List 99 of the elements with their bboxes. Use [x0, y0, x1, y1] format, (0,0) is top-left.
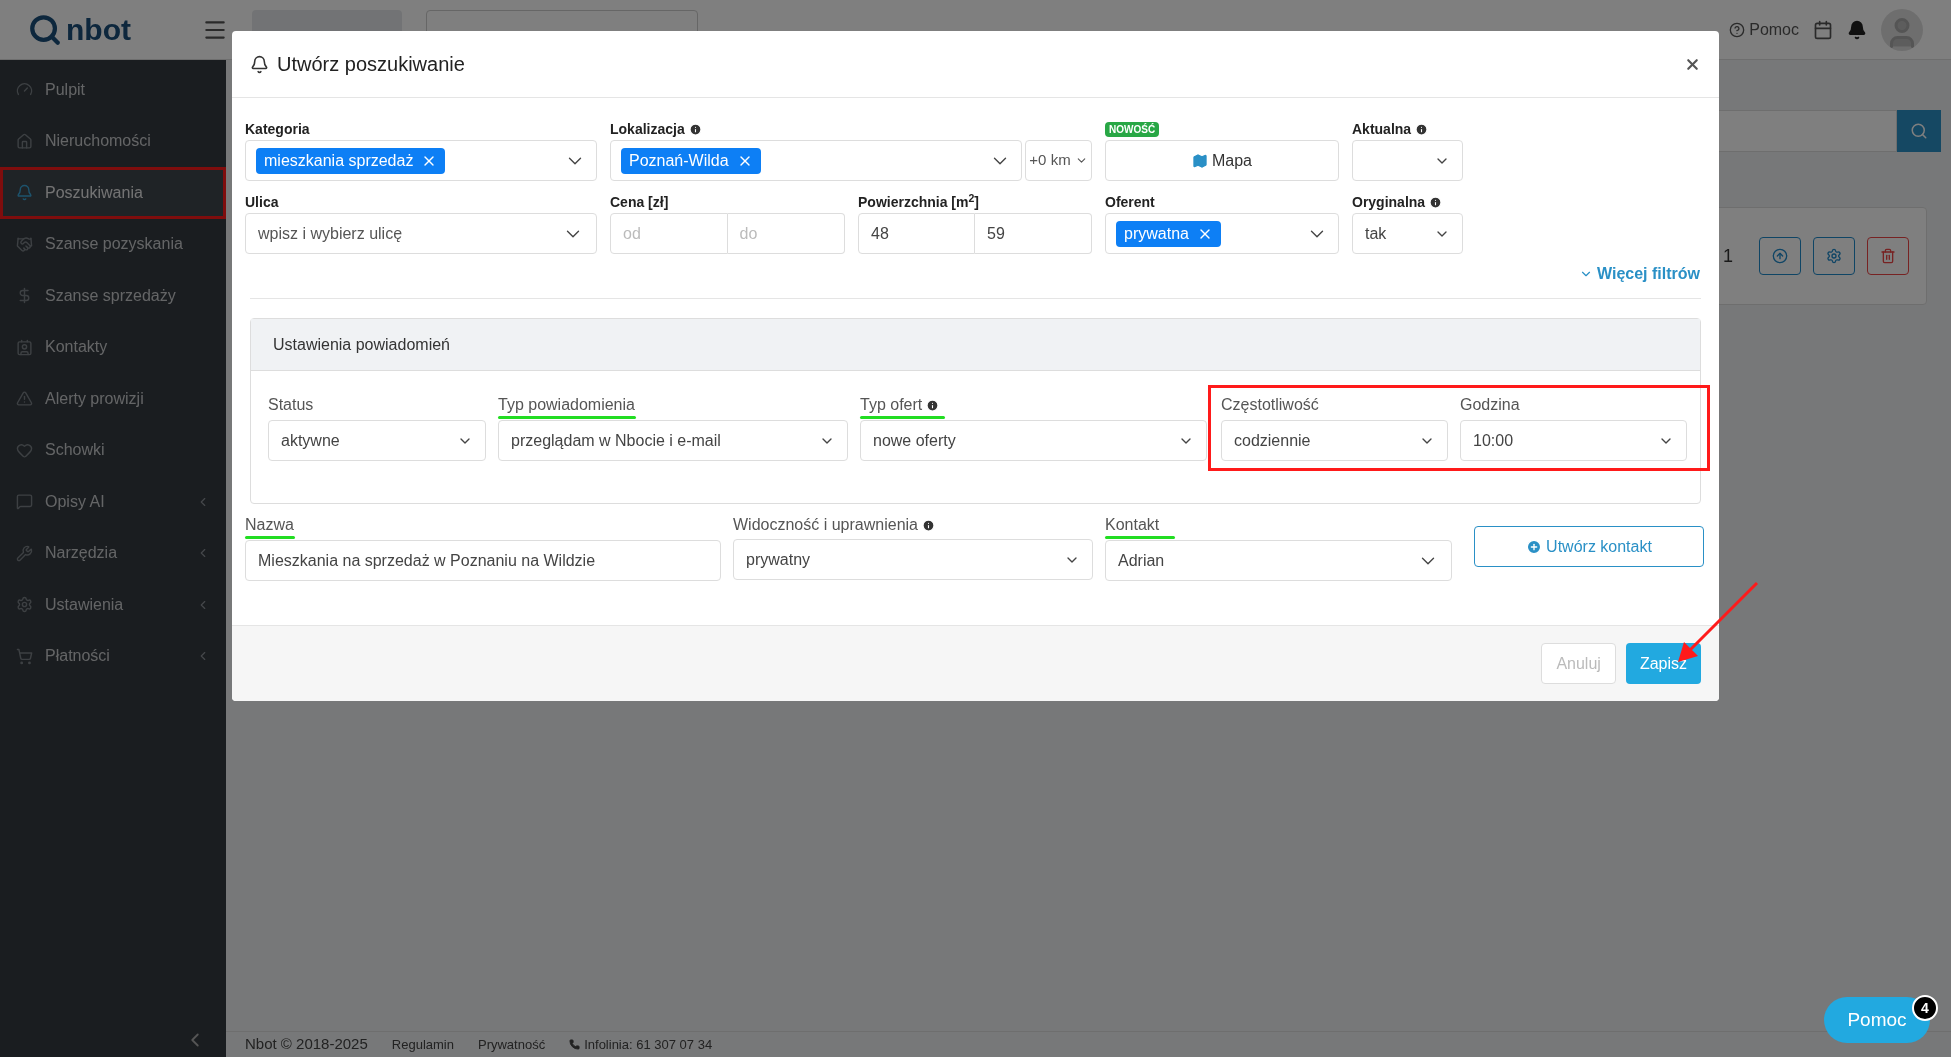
radius-select[interactable]: +0 km — [1025, 140, 1092, 181]
warning-icon — [16, 390, 33, 408]
name-field[interactable]: Mieszkania na sprzedaż w Poznaniu na Wildzie — [245, 540, 721, 581]
map-icon — [1192, 152, 1208, 169]
select-field[interactable]: nowe oferty — [860, 420, 1207, 461]
copyright-text: Nbot © 2018-2025 — [245, 1034, 368, 1055]
arrow-up-icon — [1772, 248, 1788, 264]
sidebar-item[interactable]: Ustawienia — [0, 579, 226, 631]
modal-title: Utwórz poszukiwanie — [277, 52, 465, 77]
chat-icon — [16, 493, 33, 511]
select-field[interactable]: Adrian — [1105, 540, 1452, 581]
select-field[interactable]: 10:00 — [1460, 420, 1687, 461]
field-label: Godzina — [1460, 396, 1520, 414]
map-button[interactable]: Mapa — [1105, 140, 1339, 181]
cancel-button[interactable]: Anuluj — [1541, 643, 1616, 684]
sidebar-item[interactable]: Kontakty — [0, 321, 226, 373]
search-button[interactable] — [1897, 110, 1941, 152]
field-label: Powierzchnia [m$^{2}$] — [858, 193, 979, 211]
calendar-icon[interactable] — [1813, 19, 1833, 40]
count-text: 1 — [1723, 244, 1733, 268]
field-label: Oferent — [1105, 193, 1155, 211]
sidebar-item[interactable]: Opisy AI — [0, 476, 226, 528]
info-icon — [688, 122, 702, 136]
settings-button[interactable] — [1813, 237, 1855, 275]
trash-icon — [1880, 248, 1896, 264]
logo-icon — [28, 12, 62, 47]
field-label: Kategoria — [245, 120, 310, 138]
house-icon — [16, 132, 33, 150]
contact-card-icon — [16, 338, 33, 356]
sidebar-item[interactable]: Narzędzia — [0, 527, 226, 579]
underline-mark — [1105, 536, 1175, 539]
sidebar-item[interactable]: Poszukiwania — [0, 167, 226, 219]
handshake-icon — [16, 235, 33, 253]
price-to-field[interactable]: do — [727, 213, 845, 254]
info-icon — [1415, 122, 1429, 136]
select-field[interactable]: aktywne — [268, 420, 486, 461]
field-label: Oryginalna — [1352, 193, 1426, 211]
new-badge: NOWOŚĆ — [1105, 121, 1160, 137]
select-field[interactable]: wpisz i wybierz ulicę — [245, 213, 597, 254]
logo[interactable]: nbot — [66, 7, 131, 52]
search-icon — [1910, 122, 1928, 140]
heart-icon — [16, 441, 33, 459]
underline-mark — [245, 536, 295, 539]
sidebar-item[interactable]: Szanse sprzedaży — [0, 270, 226, 322]
help-link[interactable]: Pomoc — [1749, 17, 1799, 42]
field-label: Częstotliwość — [1221, 396, 1319, 414]
field-label: Typ ofert — [860, 396, 923, 414]
select-field[interactable]: prywatna — [1105, 213, 1339, 254]
delete-button[interactable] — [1867, 237, 1909, 275]
gear-icon — [1826, 248, 1842, 264]
phone-icon — [569, 1039, 581, 1050]
help-icon — [1729, 21, 1746, 38]
price-from-field[interactable]: od — [610, 213, 728, 254]
gear-icon — [16, 596, 33, 614]
panel-title: Ustawienia powiadomień — [273, 334, 450, 355]
field-label: Nazwa — [245, 516, 294, 534]
plus-icon — [1526, 538, 1543, 555]
area-from-field[interactable]: 48 — [858, 213, 975, 254]
select-field[interactable]: mieszkania sprzedaż — [245, 140, 597, 181]
create-contact-button[interactable]: Utwórz kontakt — [1474, 526, 1704, 567]
wrench-icon — [16, 544, 33, 562]
notification-badge: 4 — [1912, 995, 1938, 1021]
field-label: Widoczność i uprawnienia — [733, 516, 918, 534]
select-field[interactable]: prywatny — [733, 539, 1093, 580]
field-label: Aktualna — [1352, 120, 1412, 138]
field-label: Cena [zł] — [610, 193, 669, 211]
sidebar-item[interactable]: Płatności — [0, 630, 226, 682]
selected-tag[interactable]: prywatna — [1116, 220, 1221, 247]
footer-link[interactable]: Prywatność — [477, 1034, 546, 1055]
info-icon — [1429, 195, 1443, 209]
select-field[interactable] — [1352, 140, 1463, 181]
select-field[interactable]: przeglądam w Nbocie i e-mail — [498, 420, 848, 461]
sidebar-item[interactable]: Nieruchomości — [0, 115, 226, 167]
field-label: Ulica — [245, 193, 279, 211]
selected-tag[interactable]: mieszkania sprzedaż — [256, 147, 446, 174]
info-icon — [926, 398, 940, 412]
phone-text: Infolinia: 61 307 07 34 — [584, 1035, 713, 1054]
bell-icon — [250, 54, 269, 74]
cart-icon — [16, 647, 33, 665]
sidebar-item[interactable]: Pulpit — [0, 64, 226, 116]
sidebar-item[interactable]: Szanse pozyskania — [0, 218, 226, 270]
arrow-up-button[interactable] — [1759, 237, 1801, 275]
area-to-field[interactable]: 59 — [975, 213, 1092, 254]
bell-icon[interactable] — [1847, 19, 1867, 40]
select-field[interactable]: Poznań-Wilda — [610, 140, 1022, 181]
field-label: Status — [268, 396, 314, 414]
info-icon — [922, 518, 935, 532]
select-field[interactable]: codziennie — [1221, 420, 1448, 461]
save-button[interactable]: Zapisz — [1625, 643, 1701, 684]
sidebar-item[interactable]: Alerty prowizji — [0, 373, 226, 425]
sidebar-item[interactable]: Schowki — [0, 424, 226, 476]
more-filters-link[interactable]: Więcej filtrów — [1579, 262, 1700, 286]
bell-icon — [16, 184, 33, 202]
footer-link[interactable]: Regulamin — [391, 1034, 454, 1055]
field-label: Kontakt — [1105, 516, 1160, 534]
field-label: Typ powiadomienia — [498, 396, 635, 414]
field-label: Lokalizacja — [610, 120, 685, 138]
select-field[interactable]: tak — [1352, 213, 1463, 254]
selected-tag[interactable]: Poznań-Wilda — [621, 147, 761, 174]
